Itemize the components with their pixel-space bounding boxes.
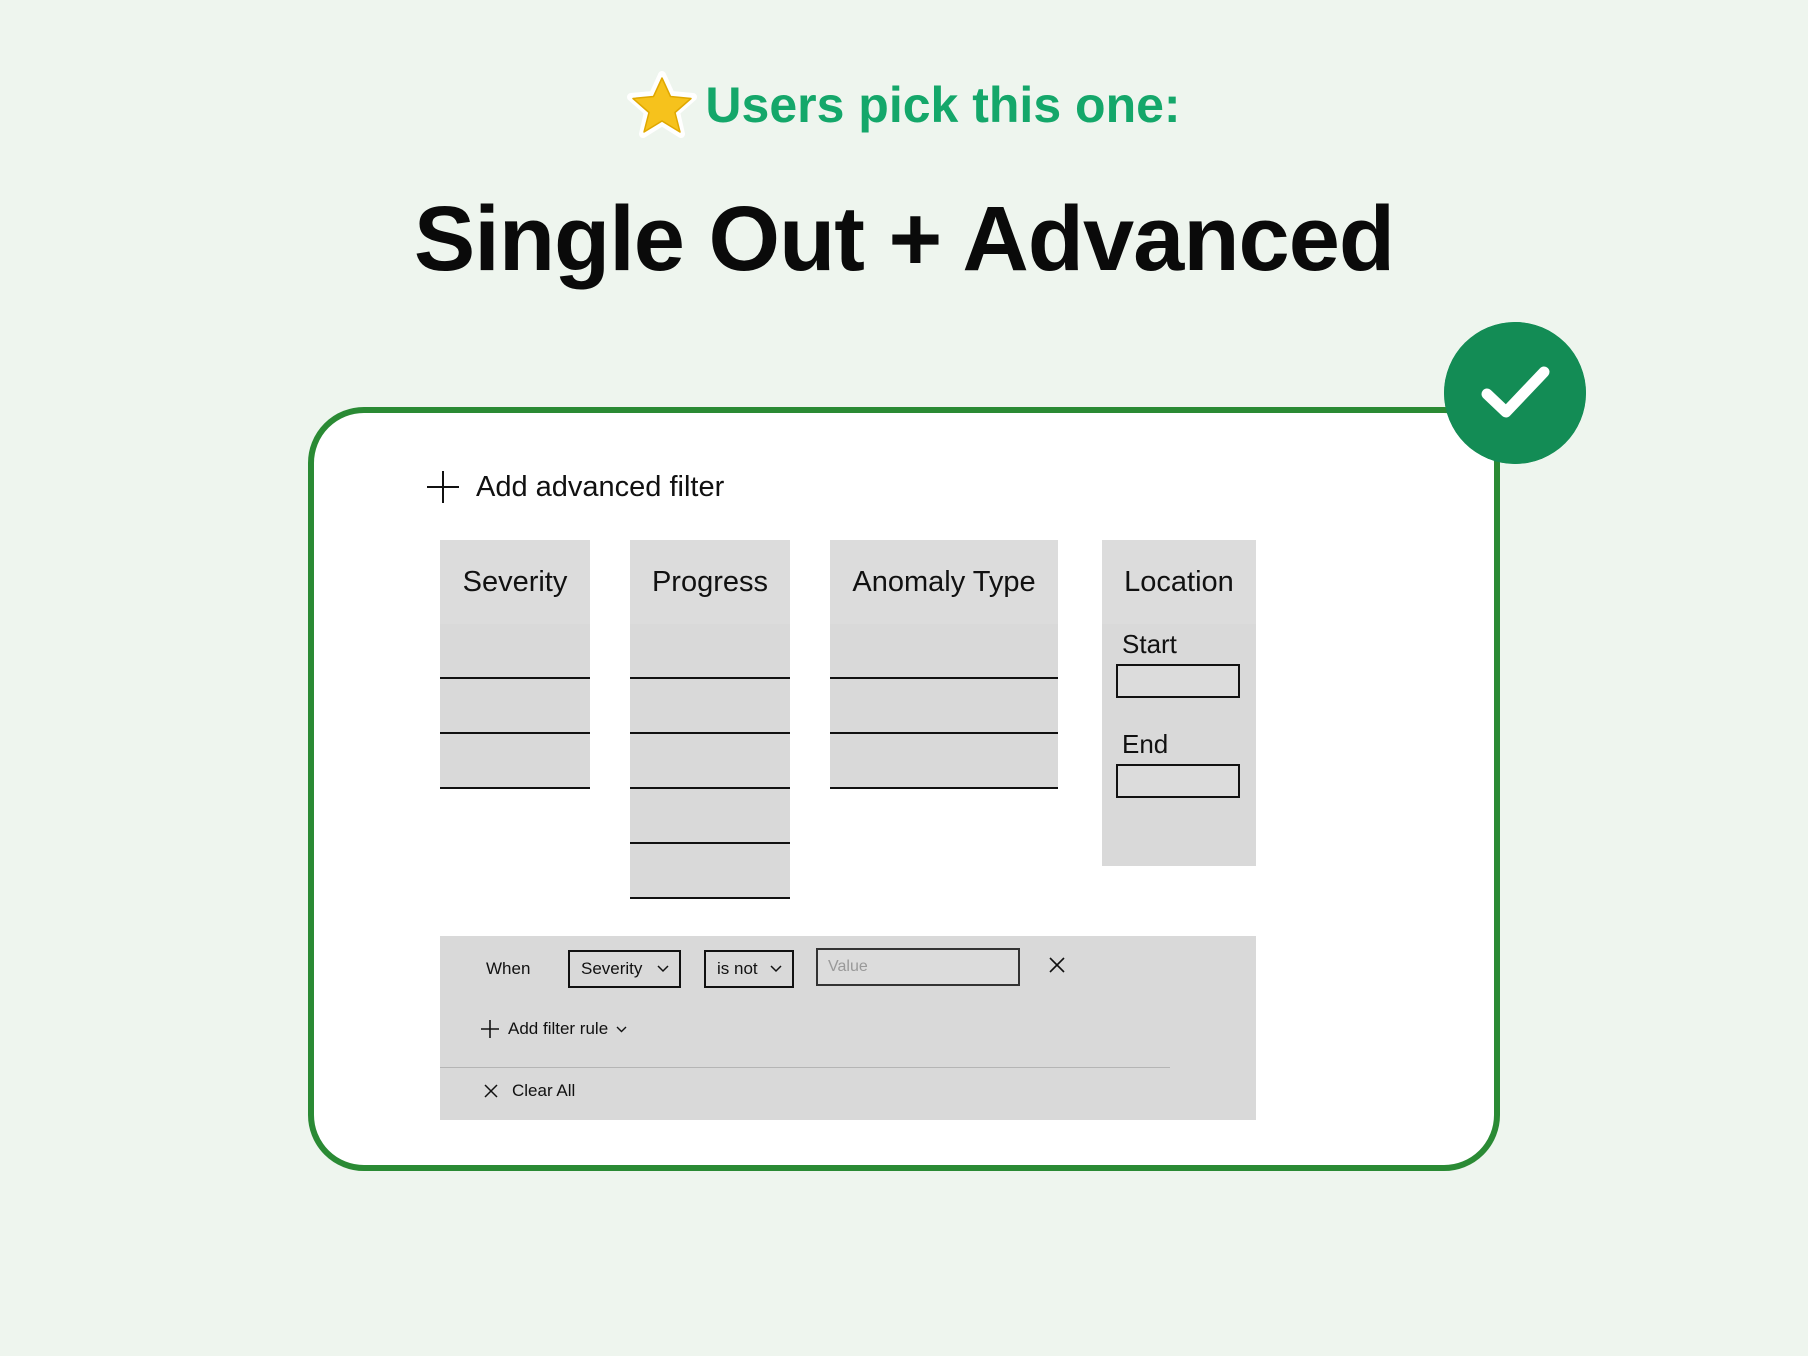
progress-option[interactable] — [630, 844, 790, 899]
star-icon — [627, 70, 698, 138]
severity-column: Severity — [440, 540, 590, 789]
divider — [440, 1067, 1170, 1068]
plus-icon — [427, 471, 459, 503]
field-select-value: Severity — [581, 959, 643, 978]
value-input[interactable]: Value — [816, 948, 1020, 986]
location-column: Location Start End — [1102, 540, 1256, 866]
headline: Users pick this one: — [0, 66, 1808, 140]
add-filter-rule-label: Add filter rule — [508, 1019, 609, 1038]
anomaly-type-column: Anomaly Type — [830, 540, 1058, 789]
plus-icon — [481, 1020, 499, 1038]
severity-option[interactable] — [440, 679, 590, 734]
severity-option[interactable] — [440, 734, 590, 789]
field-select[interactable]: Severity — [568, 950, 681, 988]
progress-column-title: Progress — [630, 540, 790, 624]
close-icon — [484, 1084, 498, 1098]
chevron-down-icon — [657, 965, 669, 973]
progress-option[interactable] — [630, 679, 790, 734]
advanced-filter-panel: When Severity is not Value Add filter ru… — [440, 936, 1256, 1120]
page-title: Single Out + Advanced — [413, 188, 1395, 290]
operator-select[interactable]: is not — [704, 950, 794, 988]
clear-all-label: Clear All — [512, 1081, 576, 1100]
add-filter-rule-button[interactable]: Add filter rule — [480, 1014, 627, 1044]
operator-select-value: is not — [717, 959, 758, 978]
severity-option[interactable] — [440, 624, 590, 679]
headline-text: Users pick this one: — [705, 76, 1181, 133]
end-label: End — [1122, 729, 1169, 759]
anomaly-type-option[interactable] — [830, 624, 1058, 679]
progress-option[interactable] — [630, 624, 790, 679]
location-column-title: Location — [1102, 540, 1256, 624]
chevron-down-icon — [616, 1026, 627, 1032]
add-advanced-filter-button[interactable]: Add advanced filter — [426, 462, 724, 512]
progress-option[interactable] — [630, 734, 790, 789]
anomaly-type-option[interactable] — [830, 734, 1058, 789]
close-icon[interactable] — [1048, 956, 1066, 974]
when-label: When — [486, 959, 531, 978]
anomaly-type-column-title: Anomaly Type — [830, 540, 1058, 624]
start-label: Start — [1122, 629, 1177, 659]
clear-all-button[interactable]: Clear All — [484, 1076, 575, 1106]
severity-column-title: Severity — [440, 540, 590, 624]
end-input[interactable] — [1116, 764, 1240, 798]
progress-option[interactable] — [630, 789, 790, 844]
add-advanced-filter-label: Add advanced filter — [476, 470, 725, 503]
progress-column: Progress — [630, 540, 790, 899]
start-input[interactable] — [1116, 664, 1240, 698]
checkmark-badge — [1444, 322, 1586, 464]
chevron-down-icon — [770, 965, 782, 973]
anomaly-type-option[interactable] — [830, 679, 1058, 734]
